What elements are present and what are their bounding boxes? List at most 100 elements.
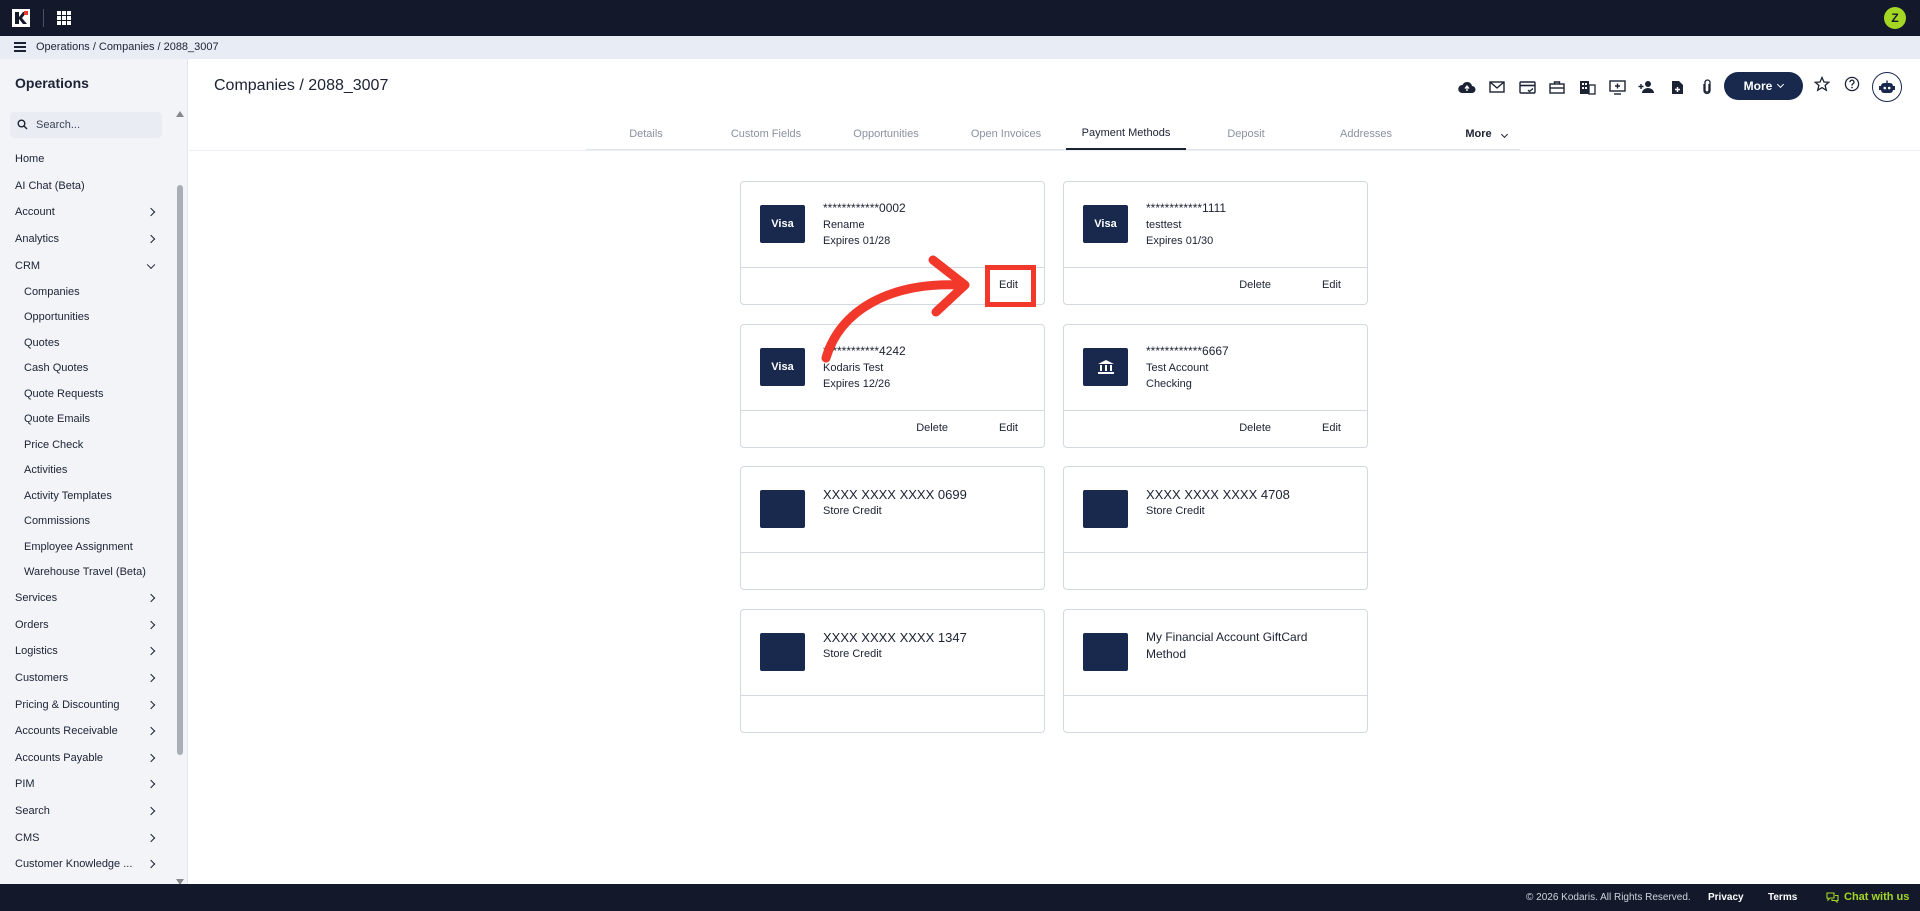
sidebar-item-cms[interactable]: CMS xyxy=(0,824,172,851)
card-actions xyxy=(741,696,1044,732)
chevron-right-icon xyxy=(146,780,156,789)
sidebar-item-label: CRM xyxy=(15,259,41,272)
sidebar-item-accounts-payable[interactable]: Accounts Payable xyxy=(0,745,172,772)
chevron-right-icon xyxy=(146,234,156,244)
card-check-icon[interactable] xyxy=(1512,76,1542,98)
tab-label: Custom Fields xyxy=(730,128,802,140)
sidebar-item-pricing-discounting[interactable]: Pricing & Discounting xyxy=(0,691,172,718)
sidebar-item-opportunities[interactable]: Opportunities xyxy=(0,304,172,330)
chat-with-us-button[interactable]: Chat with us xyxy=(1826,891,1909,903)
sidebar-search-input[interactable] xyxy=(36,116,156,134)
top-bar: Z xyxy=(0,0,1920,36)
sidebar-item-label: Customers xyxy=(15,672,69,685)
sidebar-item-services[interactable]: Services xyxy=(0,585,172,612)
breadcrumb-operations[interactable]: Operations xyxy=(36,41,90,53)
scrollbar-thumb[interactable] xyxy=(177,185,183,755)
tab-label: Details xyxy=(629,128,663,140)
chevron-right-icon xyxy=(146,594,156,603)
chevron-down-icon xyxy=(1500,130,1508,139)
sidebar-item-crm[interactable]: CRM xyxy=(0,252,172,279)
sidebar-item-companies[interactable]: Companies xyxy=(0,279,172,305)
tab-payment-methods[interactable]: Payment Methods xyxy=(1066,118,1186,150)
sidebar-scrollbar[interactable] xyxy=(175,111,185,884)
sidebar-item-analytics[interactable]: Analytics xyxy=(0,226,172,253)
scroll-up-icon[interactable] xyxy=(176,111,184,117)
star-icon[interactable] xyxy=(1814,76,1830,92)
sidebar-item-cash-quotes[interactable]: Cash Quotes xyxy=(0,355,172,381)
sidebar-item-price-check[interactable]: Price Check xyxy=(0,432,172,458)
sidebar-search[interactable] xyxy=(10,112,162,138)
delete-button[interactable]: Delete xyxy=(916,422,948,434)
chevron-right-icon xyxy=(146,700,156,709)
tab-more[interactable]: More xyxy=(1426,118,1546,150)
mail-icon[interactable] xyxy=(1482,76,1512,98)
sidebar-item-label: Quote Requests xyxy=(24,387,104,400)
chevron-down-icon xyxy=(146,260,156,269)
chevron-right-icon xyxy=(146,806,156,816)
monitor-plus-icon[interactable] xyxy=(1602,76,1632,98)
delete-button[interactable]: Delete xyxy=(1239,422,1271,434)
paperclip-icon[interactable] xyxy=(1692,76,1722,98)
sidebar-item-customer-knowledge[interactable]: Customer Knowledge ... xyxy=(0,851,172,878)
sidebar-item-label: Accounts Payable xyxy=(15,751,104,764)
sidebar-item-label: Account xyxy=(15,206,55,219)
sidebar-item-ai-chat-beta[interactable]: AI Chat (Beta) xyxy=(0,173,172,200)
sidebar-item-warehouse-travel-beta[interactable]: Warehouse Travel (Beta) xyxy=(0,559,172,585)
hamburger-menu-icon[interactable] xyxy=(14,42,26,52)
sidebar-item-activities[interactable]: Activities xyxy=(0,457,172,483)
edit-button[interactable]: Edit xyxy=(1322,422,1341,434)
sidebar-item-logistics[interactable]: Logistics xyxy=(0,638,172,665)
payment-method-card: XXXX XXXX XXXX 0699 Store Credit xyxy=(740,466,1045,590)
building-icon[interactable] xyxy=(1572,76,1602,98)
tab-label: Payment Methods xyxy=(1081,127,1171,139)
payment-method-card: XXXX XXXX XXXX 1347 Store Credit xyxy=(740,609,1045,733)
kodaris-logo-icon[interactable] xyxy=(12,9,30,27)
sidebar-item-commissions[interactable]: Commissions xyxy=(0,508,172,534)
payment-method-name: Test Account xyxy=(1146,362,1209,374)
payment-method-name: Rename xyxy=(823,219,865,231)
payment-method-number: XXXX XXXX XXXX 1347 xyxy=(823,630,967,645)
delete-button[interactable]: Delete xyxy=(1239,279,1271,291)
ai-assistant-button[interactable] xyxy=(1872,72,1902,102)
sidebar-item-orders[interactable]: Orders xyxy=(0,612,172,639)
sidebar-item-home[interactable]: Home xyxy=(0,146,172,173)
chevron-right-icon xyxy=(146,647,156,656)
briefcase-icon[interactable] xyxy=(1542,76,1572,98)
sidebar-item-label: Logistics xyxy=(15,645,58,658)
tab-deposit[interactable]: Deposit xyxy=(1186,118,1306,150)
person-add-icon[interactable] xyxy=(1632,76,1662,98)
file-plus-icon[interactable] xyxy=(1662,76,1692,98)
sidebar-item-accounts-receivable[interactable]: Accounts Receivable xyxy=(0,718,172,745)
sidebar-item-account[interactable]: Account xyxy=(0,199,172,226)
sidebar-item-search[interactable]: Search xyxy=(0,798,172,825)
payment-method-expiry: Checking xyxy=(1146,378,1192,390)
tab-open-invoices[interactable]: Open Invoices xyxy=(946,118,1066,150)
footer-privacy-link[interactable]: Privacy xyxy=(1708,892,1744,903)
card-actions xyxy=(1064,696,1367,732)
sidebar-item-quotes[interactable]: Quotes xyxy=(0,330,172,356)
footer-terms-link[interactable]: Terms xyxy=(1768,892,1797,903)
sidebar-item-label: Activity Templates xyxy=(24,489,112,502)
sidebar-item-label: Quotes xyxy=(24,336,60,349)
tab-addresses[interactable]: Addresses xyxy=(1306,118,1426,150)
tab-custom-fields[interactable]: Custom Fields xyxy=(706,118,826,150)
sidebar-item-quote-emails[interactable]: Quote Emails xyxy=(0,406,172,432)
sidebar-item-pim[interactable]: PIM xyxy=(0,771,172,798)
breadcrumb-companies[interactable]: Companies xyxy=(99,41,155,53)
user-avatar[interactable]: Z xyxy=(1884,7,1906,29)
edit-button[interactable]: Edit xyxy=(1322,279,1341,291)
payment-method-details: XXXX XXXX XXXX 4708 Store Credit xyxy=(1064,467,1367,553)
cloud-icon[interactable] xyxy=(1452,76,1482,98)
card-brand-badge: Visa xyxy=(760,205,805,243)
app-grid-icon[interactable] xyxy=(57,11,71,25)
sidebar-item-customers[interactable]: Customers xyxy=(0,665,172,692)
edit-button[interactable]: Edit xyxy=(999,422,1018,434)
payment-method-details: My Financial Account GiftCard Method xyxy=(1064,610,1367,696)
help-icon[interactable] xyxy=(1844,76,1860,92)
sidebar-item-employee-assignment[interactable]: Employee Assignment xyxy=(0,534,172,560)
tab-opportunities[interactable]: Opportunities xyxy=(826,118,946,150)
sidebar-item-activity-templates[interactable]: Activity Templates xyxy=(0,483,172,509)
more-actions-button[interactable]: More xyxy=(1724,72,1803,100)
sidebar-item-quote-requests[interactable]: Quote Requests xyxy=(0,381,172,407)
tab-details[interactable]: Details xyxy=(586,118,706,150)
